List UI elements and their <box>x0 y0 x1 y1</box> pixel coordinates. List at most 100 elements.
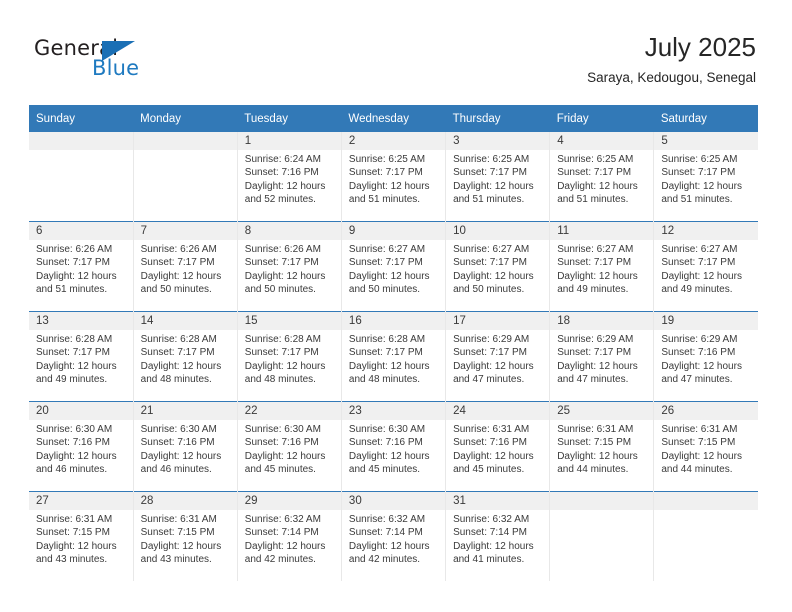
daylight-text-line1: Daylight: 12 hours <box>557 450 638 462</box>
calendar-day-cell[interactable]: 26 Sunrise: 6:31 AM Sunset: 7:15 PM Dayl… <box>653 401 758 492</box>
day-info: Sunrise: 6:26 AM Sunset: 7:17 PM Dayligh… <box>134 240 237 297</box>
daylight-text-line2: and 49 minutes. <box>36 374 108 386</box>
daylight-text-line2: and 47 minutes. <box>453 374 525 386</box>
calendar-week-row: 13 Sunrise: 6:28 AM Sunset: 7:17 PM Dayl… <box>29 311 758 402</box>
sunset-text: Sunset: 7:17 PM <box>453 257 527 269</box>
calendar-day-cell[interactable]: 12 Sunrise: 6:27 AM Sunset: 7:17 PM Dayl… <box>653 221 758 312</box>
day-number: 12 <box>654 222 758 240</box>
brand-logo: General Blue <box>34 36 214 84</box>
day-info: Sunrise: 6:25 AM Sunset: 7:17 PM Dayligh… <box>550 150 653 207</box>
calendar-day-cell[interactable] <box>132 132 238 222</box>
daylight-text-line1: Daylight: 12 hours <box>36 360 117 372</box>
sunrise-text: Sunrise: 6:29 AM <box>453 334 530 345</box>
daylight-text-line2: and 50 minutes. <box>140 284 212 296</box>
daylight-text-line2: and 49 minutes. <box>557 284 629 296</box>
sunrise-text: Sunrise: 6:30 AM <box>348 424 426 435</box>
sunset-text: Sunset: 7:17 PM <box>348 347 423 359</box>
sunrise-text: Sunrise: 6:24 AM <box>244 154 321 165</box>
calendar-day-cell[interactable]: 14 Sunrise: 6:28 AM Sunset: 7:17 PM Dayl… <box>132 311 238 402</box>
calendar-day-cell[interactable]: 20 Sunrise: 6:30 AM Sunset: 7:16 PM Dayl… <box>29 401 134 492</box>
sunset-text: Sunset: 7:16 PM <box>36 437 110 449</box>
calendar-day-cell[interactable] <box>29 132 134 222</box>
daylight-text-line2: and 51 minutes. <box>348 194 421 206</box>
calendar-day-cell[interactable] <box>653 491 758 581</box>
day-info: Sunrise: 6:31 AM Sunset: 7:15 PM Dayligh… <box>29 510 133 567</box>
daylight-text-line2: and 48 minutes. <box>244 374 316 386</box>
daylight-text-line1: Daylight: 12 hours <box>453 180 534 192</box>
daylight-text-line1: Daylight: 12 hours <box>661 270 742 282</box>
sunset-text: Sunset: 7:14 PM <box>348 527 423 539</box>
calendar-day-cell[interactable]: 27 Sunrise: 6:31 AM Sunset: 7:15 PM Dayl… <box>29 491 134 581</box>
calendar-day-cell[interactable]: 25 Sunrise: 6:31 AM Sunset: 7:15 PM Dayl… <box>549 401 654 492</box>
daylight-text-line2: and 51 minutes. <box>661 194 733 206</box>
sunset-text: Sunset: 7:15 PM <box>557 437 632 449</box>
daylight-text-line1: Daylight: 12 hours <box>661 360 742 372</box>
sunrise-text: Sunrise: 6:31 AM <box>140 514 217 525</box>
calendar-day-cell[interactable] <box>549 491 654 581</box>
calendar-page: General Blue July 2025 Saraya, Kedougou,… <box>0 0 792 612</box>
calendar-day-cell[interactable]: 24 Sunrise: 6:31 AM Sunset: 7:16 PM Dayl… <box>445 401 550 492</box>
day-number: 4 <box>550 132 654 150</box>
calendar-week-row: 1 Sunrise: 6:24 AM Sunset: 7:16 PM Dayli… <box>29 132 758 222</box>
day-info: Sunrise: 6:27 AM Sunset: 7:17 PM Dayligh… <box>550 240 653 297</box>
sunrise-text: Sunrise: 6:30 AM <box>36 424 113 435</box>
daylight-text-line1: Daylight: 12 hours <box>661 450 742 462</box>
weekday-header-monday: Monday <box>133 105 238 132</box>
calendar-day-cell[interactable]: 10 Sunrise: 6:27 AM Sunset: 7:17 PM Dayl… <box>445 221 550 312</box>
calendar-day-cell[interactable]: 15 Sunrise: 6:28 AM Sunset: 7:17 PM Dayl… <box>236 311 342 402</box>
sunrise-text: Sunrise: 6:25 AM <box>453 154 530 165</box>
sunset-text: Sunset: 7:17 PM <box>557 167 632 179</box>
day-info: Sunrise: 6:25 AM Sunset: 7:17 PM Dayligh… <box>342 150 445 207</box>
calendar-day-cell[interactable]: 4 Sunrise: 6:25 AM Sunset: 7:17 PM Dayli… <box>549 132 654 222</box>
calendar-day-cell[interactable]: 23 Sunrise: 6:30 AM Sunset: 7:16 PM Dayl… <box>340 401 446 492</box>
sunset-text: Sunset: 7:17 PM <box>453 347 527 359</box>
calendar-day-cell[interactable]: 22 Sunrise: 6:30 AM Sunset: 7:16 PM Dayl… <box>236 401 342 492</box>
day-number: 17 <box>446 312 550 330</box>
daylight-text-line2: and 43 minutes. <box>36 554 108 566</box>
day-number: 24 <box>446 402 550 420</box>
daylight-text-line1: Daylight: 12 hours <box>557 270 638 282</box>
sunrise-text: Sunrise: 6:27 AM <box>661 244 738 255</box>
sunset-text: Sunset: 7:17 PM <box>557 347 632 359</box>
day-number <box>654 492 758 510</box>
calendar-day-cell[interactable]: 19 Sunrise: 6:29 AM Sunset: 7:16 PM Dayl… <box>653 311 758 402</box>
calendar-day-cell[interactable]: 6 Sunrise: 6:26 AM Sunset: 7:17 PM Dayli… <box>29 221 134 312</box>
day-number: 29 <box>237 492 341 510</box>
calendar-day-cell[interactable]: 2 Sunrise: 6:25 AM Sunset: 7:17 PM Dayli… <box>340 132 446 222</box>
calendar-day-cell[interactable]: 21 Sunrise: 6:30 AM Sunset: 7:16 PM Dayl… <box>132 401 238 492</box>
calendar-day-cell[interactable]: 5 Sunrise: 6:25 AM Sunset: 7:17 PM Dayli… <box>653 132 758 222</box>
calendar-day-cell[interactable]: 7 Sunrise: 6:26 AM Sunset: 7:17 PM Dayli… <box>132 221 238 312</box>
sunrise-text: Sunrise: 6:30 AM <box>140 424 217 435</box>
calendar-day-cell[interactable]: 28 Sunrise: 6:31 AM Sunset: 7:15 PM Dayl… <box>132 491 238 581</box>
daylight-text-line2: and 51 minutes. <box>557 194 629 206</box>
sunrise-text: Sunrise: 6:31 AM <box>661 424 738 435</box>
daylight-text-line1: Daylight: 12 hours <box>36 450 117 462</box>
daylight-text-line1: Daylight: 12 hours <box>140 360 222 372</box>
calendar-table: Sunday Monday Tuesday Wednesday Thursday… <box>29 105 758 581</box>
calendar-day-cell[interactable]: 31 Sunrise: 6:32 AM Sunset: 7:14 PM Dayl… <box>445 491 550 581</box>
calendar-day-cell[interactable]: 18 Sunrise: 6:29 AM Sunset: 7:17 PM Dayl… <box>549 311 654 402</box>
calendar-day-cell[interactable]: 16 Sunrise: 6:28 AM Sunset: 7:17 PM Dayl… <box>340 311 446 402</box>
calendar-day-cell[interactable]: 9 Sunrise: 6:27 AM Sunset: 7:17 PM Dayli… <box>340 221 446 312</box>
calendar-day-cell[interactable]: 17 Sunrise: 6:29 AM Sunset: 7:17 PM Dayl… <box>445 311 550 402</box>
daylight-text-line1: Daylight: 12 hours <box>244 360 326 372</box>
calendar-day-cell[interactable]: 8 Sunrise: 6:26 AM Sunset: 7:17 PM Dayli… <box>236 221 342 312</box>
calendar-day-cell[interactable]: 11 Sunrise: 6:27 AM Sunset: 7:17 PM Dayl… <box>549 221 654 312</box>
sunset-text: Sunset: 7:16 PM <box>453 437 527 449</box>
calendar-day-cell[interactable]: 3 Sunrise: 6:25 AM Sunset: 7:17 PM Dayli… <box>445 132 550 222</box>
day-number <box>550 492 654 510</box>
daylight-text-line2: and 50 minutes. <box>244 284 316 296</box>
weekday-header-friday: Friday <box>549 105 654 132</box>
daylight-text-line1: Daylight: 12 hours <box>244 450 326 462</box>
day-info: Sunrise: 6:31 AM Sunset: 7:15 PM Dayligh… <box>134 510 237 567</box>
daylight-text-line1: Daylight: 12 hours <box>348 450 430 462</box>
day-number: 8 <box>237 222 341 240</box>
day-info: Sunrise: 6:26 AM Sunset: 7:17 PM Dayligh… <box>238 240 341 297</box>
calendar-week-row: 6 Sunrise: 6:26 AM Sunset: 7:17 PM Dayli… <box>29 221 758 312</box>
day-number: 22 <box>237 402 341 420</box>
calendar-day-cell[interactable]: 13 Sunrise: 6:28 AM Sunset: 7:17 PM Dayl… <box>29 311 134 402</box>
calendar-day-cell[interactable]: 1 Sunrise: 6:24 AM Sunset: 7:16 PM Dayli… <box>236 132 342 222</box>
calendar-day-cell[interactable]: 30 Sunrise: 6:32 AM Sunset: 7:14 PM Dayl… <box>340 491 446 581</box>
calendar-day-cell[interactable]: 29 Sunrise: 6:32 AM Sunset: 7:14 PM Dayl… <box>236 491 342 581</box>
day-number: 7 <box>133 222 237 240</box>
